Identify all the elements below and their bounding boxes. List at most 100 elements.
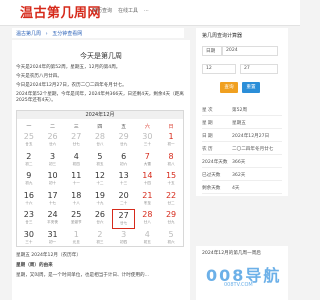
calendar-day[interactable]: 6 初六 [112,151,136,171]
lunar-date: 初八 [167,161,175,166]
calendar-day[interactable]: 27 廿七 [64,131,88,151]
calendar-day[interactable]: 19 十九 [88,190,112,210]
calendar-day[interactable]: 28 廿八 [88,131,112,151]
result-value: 二〇二四年冬月廿七 [232,147,274,152]
calendar-day[interactable]: 26 廿六 [41,131,65,151]
day-number: 1 [73,229,79,239]
day-number: 18 [71,190,82,200]
result-key: 星 期 [202,121,213,126]
year-select[interactable]: 2024 [222,46,278,56]
calendar-day[interactable]: 22 廿二 [159,190,183,210]
day-number: 30 [142,132,153,141]
calendar-day[interactable]: 21 冬至 [136,190,160,210]
breadcrumb-current[interactable]: 五分钟查看网 [52,31,82,37]
day-select[interactable]: 27 [240,64,278,74]
calendar-day[interactable]: 29 廿九 [159,209,183,229]
day-number: 24 [47,210,58,219]
result-value: 2024年12月27日 [232,134,270,139]
lunar-date: 初一 [48,239,57,244]
related-note[interactable]: 2024年12月的第几周一周后 [202,250,261,256]
lunar-date: 廿二 [167,200,175,205]
day-number: 17 [47,190,58,200]
calendar-day[interactable]: 3 初四 [112,229,136,249]
month-select[interactable]: 12 [202,64,236,74]
calendar: 2024年12月 一二三四五六日 25 廿五 26 廿六 27 廿七 28 廿八 29 廿九 30 三… [16,110,184,247]
calendar-day[interactable]: 5 初五 [88,151,112,171]
calendar-day[interactable]: 8 初八 [159,151,183,171]
lunar-date: 三十 [143,142,151,146]
lunar-date: 十八 [72,200,80,205]
info-line-3: 今日是2024年12月27日，农历二〇二四年冬月廿七。 [16,83,127,88]
calendar-day[interactable]: 27 廿七 [111,209,136,229]
day-number: 28 [142,210,153,219]
calendar-day[interactable]: 1 初一 [159,131,183,151]
calendar-day[interactable]: 17 十七 [41,190,65,210]
lunar-date: 十四 [143,181,151,185]
day-number: 13 [118,171,129,180]
calendar-day[interactable]: 25 圣诞节 [64,209,88,229]
breadcrumb-home[interactable]: 温古第几周 [16,31,41,37]
main-panel: 今天是第几周 今天是2024年的第52周，星期五，12月的第4周。 今天是农历八… [12,40,190,300]
lunar-date: 初五 [96,161,104,166]
info-line-4: 2024年第52个星期，今年是闰年，2024年共366天，日还剩4天，剩余4天（… [16,92,184,103]
calendar-day[interactable]: 30 三十 [17,229,41,249]
nav-item-calendar[interactable]: 日历查询 [92,7,112,14]
day-number: 3 [49,151,56,161]
section-text: 星期，又叫周，是一个时间单位，也是相当于计日、计时使用的... [16,273,150,278]
lunar-date: 十九 [96,200,104,205]
calendar-day[interactable]: 1 元旦 [64,229,88,249]
lunar-date: 初三 [96,239,104,244]
calendar-day[interactable]: 2 初三 [88,229,112,249]
lunar-date: 冬至 [143,200,151,205]
calendar-day[interactable]: 30 三十 [136,131,160,151]
sidebar-calculator: 第几周查询计算器 日期 2024 12 27 查询 重置 星 次第52周星 期星… [196,28,288,196]
day-number: 7 [144,151,150,161]
calendar-day[interactable]: 24 平安夜 [41,209,65,229]
calendar-day[interactable]: 29 廿九 [112,131,136,151]
day-number: 4 [144,229,150,239]
nav-item-tools[interactable]: 在线工具 [118,7,138,14]
calendar-day[interactable]: 20 二十 [112,190,136,210]
calendar-day[interactable]: 14 十四 [136,170,160,190]
reset-button[interactable]: 重置 [242,82,260,93]
day-number: 28 [94,132,106,141]
calendar-day[interactable]: 7 大雪 [136,151,160,171]
day-number: 14 [142,171,153,180]
weekday-header: 六 [144,124,150,130]
calendar-day[interactable]: 3 初三 [41,151,65,171]
calendar-day[interactable]: 9 初九 [17,170,41,190]
lunar-date: 廿六 [48,142,57,146]
result-row: 已过天数 362天 [202,169,282,181]
day-number: 1 [168,132,174,141]
calendar-day[interactable]: 31 初一 [41,229,65,249]
query-button[interactable]: 查询 [220,82,238,93]
calendar-day[interactable]: 16 十六 [17,190,41,210]
day-number: 21 [142,190,153,200]
lunar-date: 三十 [25,239,33,244]
day-number: 6 [121,151,127,161]
day-number: 10 [47,171,58,180]
calendar-day[interactable]: 5 初六 [159,229,183,249]
nav-item-more[interactable]: ... [144,7,149,13]
weekday-header: 一 [26,124,32,130]
lunar-date: 二十 [120,200,128,205]
calendar-day[interactable]: 2 初二 [17,151,41,171]
calendar-day[interactable]: 4 初五 [136,229,160,249]
calendar-day[interactable]: 18 十八 [64,190,88,210]
weekday-header: 四 [97,124,103,130]
calendar-day[interactable]: 28 廿八 [136,209,160,229]
site-logo[interactable]: 温古第几周网 [20,2,101,21]
calendar-day[interactable]: 25 廿五 [17,131,41,151]
calendar-day[interactable]: 23 廿三 [17,209,41,229]
lunar-date: 初二 [25,161,33,166]
calendar-day[interactable]: 10 初十 [41,170,65,190]
calendar-day[interactable]: 26 廿六 [88,209,112,229]
calendar-day[interactable]: 13 十三 [112,170,136,190]
calendar-day[interactable]: 15 十五 [159,170,183,190]
day-number: 31 [47,229,58,239]
calendar-day[interactable]: 4 初四 [64,151,88,171]
calendar-day[interactable]: 12 十二 [88,170,112,190]
result-row: 星 期 星期五 [202,117,282,129]
lunar-date: 十二 [96,181,104,185]
calendar-day[interactable]: 11 十一 [64,170,88,190]
